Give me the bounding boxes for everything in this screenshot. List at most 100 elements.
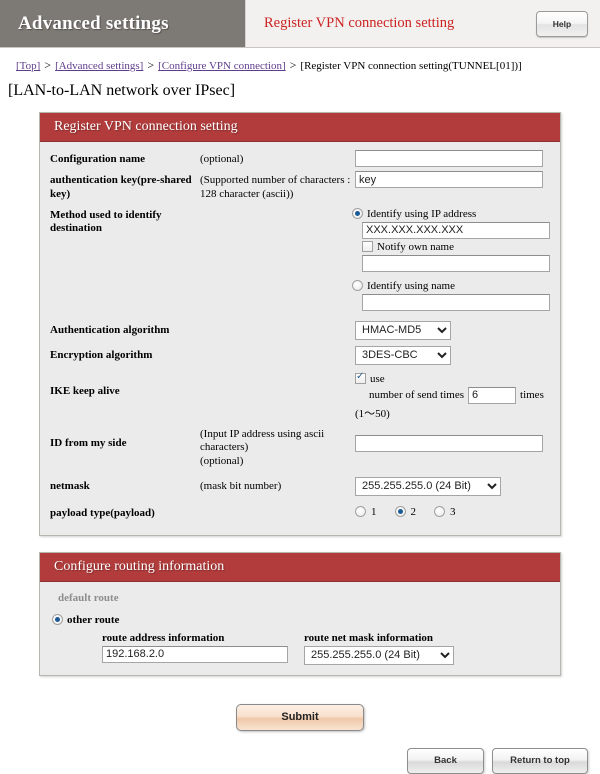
submit-button[interactable]: Submit [236, 703, 364, 731]
radio-identify-name-icon[interactable] [352, 280, 363, 291]
page-heading-block: Register VPN connection setting Help [245, 0, 600, 47]
authentication-algorithm-select[interactable]: HMAC-MD5 [355, 320, 451, 340]
ike-use-label: use [370, 372, 385, 385]
breadcrumb-item-advanced-settings[interactable]: [Advanced settings] [55, 60, 143, 72]
note-authentication-key: (Supported number of characters : 128 ch… [200, 174, 351, 200]
configuration-name-input[interactable] [355, 150, 543, 167]
ike-range-note: (1～50) [355, 407, 390, 420]
destination-ip-address-input[interactable] [362, 221, 550, 239]
breadcrumb: [Top] > [Advanced settings] > [Configure VPN… [0, 48, 600, 73]
label-authentication-key: authentication key(pre-shared key) [50, 174, 192, 200]
return-to-top-button[interactable]: Return to top [492, 747, 588, 774]
payload-option-2[interactable]: 2 [394, 505, 417, 518]
routing-panel-body: default route other route route address … [40, 582, 560, 675]
field-netmask: 255.255.255.0 (24 Bit) [355, 476, 550, 496]
netmask-select[interactable]: 255.255.255.0 (24 Bit) [355, 476, 501, 496]
route-fields-group: route address information route net mask… [50, 632, 550, 665]
note-authentication-algorithm [200, 321, 355, 324]
row-authentication-algorithm: Authentication algorithm HMAC-MD5 [50, 320, 550, 340]
routing-panel-title: Configure routing information [40, 552, 560, 582]
back-button[interactable]: Back [407, 747, 484, 774]
note-encryption-algorithm [200, 346, 355, 349]
note-ike-keep-alive [200, 371, 355, 374]
route-address-group: route address information [102, 632, 288, 665]
payload-radio-3-icon[interactable] [434, 506, 445, 518]
id-from-my-side-input[interactable] [355, 434, 543, 452]
note-netmask: (mask bit number) [200, 479, 282, 492]
route-netmask-select[interactable]: 255.255.255.0 (24 Bit) [304, 645, 454, 665]
breadcrumb-item-current: [Register VPN connection setting(TUNNEL[… [300, 60, 522, 72]
other-route-label: other route [67, 613, 120, 626]
row-identify-method: Method used to identify destination Iden… [50, 206, 550, 311]
vpn-panel-body: Configuration name (optional) authentica… [40, 142, 560, 535]
app-title: Advanced settings [18, 12, 169, 34]
page-heading: Register VPN connection setting [264, 15, 455, 31]
row-authentication-key: authentication key(pre-shared key) (Supp… [50, 171, 550, 202]
field-identify-method: Identify using IP address Notify own nam… [352, 206, 550, 311]
row-payload-type: payload type(payload) 1 2 3 [50, 504, 550, 521]
label-payload-type: payload type(payload) [50, 506, 155, 519]
label-id-from-my-side: ID from my side [50, 436, 127, 449]
row-id-from-my-side: ID from my side (Input IP address using … [50, 425, 550, 469]
payload-radio-2-icon[interactable] [394, 506, 406, 518]
note-id-line-1: (Input IP address using ascii [200, 427, 325, 440]
field-configuration-name [355, 150, 550, 167]
vpn-settings-panel: Register VPN connection setting Configur… [39, 112, 561, 536]
other-route-radio-icon[interactable] [52, 614, 63, 625]
payload-radio-2-label: 2 [410, 505, 417, 518]
notify-own-name-input[interactable] [362, 254, 550, 272]
radio-identify-using-name[interactable]: Identify using name [352, 280, 550, 292]
breadcrumb-separator: > [147, 58, 155, 72]
radio-identify-name-label: Identify using name [367, 279, 455, 292]
note-id-from-my-side: (Input IP address using ascii characters… [200, 425, 355, 469]
help-button[interactable]: Help [536, 10, 588, 37]
page-title: [LAN-to-LAN network over IPsec] [8, 82, 236, 99]
breadcrumb-separator: > [44, 58, 52, 72]
label-identify-method: Method used to identify destination [50, 208, 162, 235]
vpn-panel-title: Register VPN connection setting [40, 113, 560, 142]
field-authentication-key [355, 171, 550, 188]
submit-button-row: Submit [0, 703, 600, 731]
route-address-label: route address information [102, 631, 225, 644]
default-route-label: default route [58, 591, 119, 604]
radio-other-route[interactable]: other route [50, 614, 550, 626]
payload-option-3[interactable]: 3 [434, 506, 456, 518]
breadcrumb-separator: > [289, 58, 297, 72]
payload-radio-1-icon[interactable] [355, 506, 366, 518]
route-netmask-label: route net mask information [304, 631, 434, 644]
note-id-line-3: (optional) [200, 455, 244, 467]
authentication-key-input[interactable] [355, 171, 543, 188]
top-header-bar: Advanced settings Register VPN connectio… [0, 0, 600, 48]
row-netmask: netmask (mask bit number) 255.255.255.0 … [50, 476, 550, 496]
encryption-algorithm-select[interactable]: 3DES-CBC [355, 345, 451, 365]
route-address-input[interactable] [102, 645, 288, 663]
row-ike-keep-alive: IKE keep alive use number of send times … [50, 371, 550, 421]
field-authentication-algorithm: HMAC-MD5 [355, 320, 550, 340]
label-ike-keep-alive: IKE keep alive [50, 384, 120, 397]
payload-option-1[interactable]: 1 [355, 506, 377, 518]
checkbox-notify-own-name[interactable]: Notify own name [362, 241, 550, 253]
ike-send-times-line: number of send times times [369, 386, 550, 404]
routing-settings-panel: Configure routing information default ro… [39, 551, 561, 676]
checkbox-ike-use[interactable]: use [355, 371, 550, 385]
breadcrumb-item-top[interactable]: [Top] [16, 60, 40, 72]
ike-send-times-input[interactable] [468, 386, 517, 404]
field-ike-keep-alive: use number of send times times (1～50) [355, 371, 550, 421]
field-payload-type: 1 2 3 [355, 504, 550, 518]
breadcrumb-item-configure-vpn-connection[interactable]: [Configure VPN connection] [158, 60, 286, 72]
footer-button-row: Back Return to top [0, 747, 600, 774]
notify-own-name-checkbox-icon[interactable] [362, 241, 373, 252]
ike-use-checkbox-icon[interactable] [355, 371, 366, 384]
label-configuration-name: Configuration name [50, 153, 146, 165]
label-encryption-algorithm: Encryption algorithm [50, 348, 153, 361]
note-identify-method [199, 206, 352, 209]
payload-radio-3-label: 3 [450, 505, 456, 518]
identify-name-input[interactable] [362, 293, 550, 311]
radio-identify-using-ip-address[interactable]: Identify using IP address [352, 208, 550, 220]
ike-send-times-unit: times [520, 389, 544, 401]
radio-ip-address-icon[interactable] [352, 208, 363, 219]
notify-own-name-label: Notify own name [377, 240, 454, 253]
row-configuration-name: Configuration name (optional) [50, 150, 550, 167]
note-payload-type [200, 504, 355, 507]
note-id-line-2: characters) [200, 441, 249, 454]
